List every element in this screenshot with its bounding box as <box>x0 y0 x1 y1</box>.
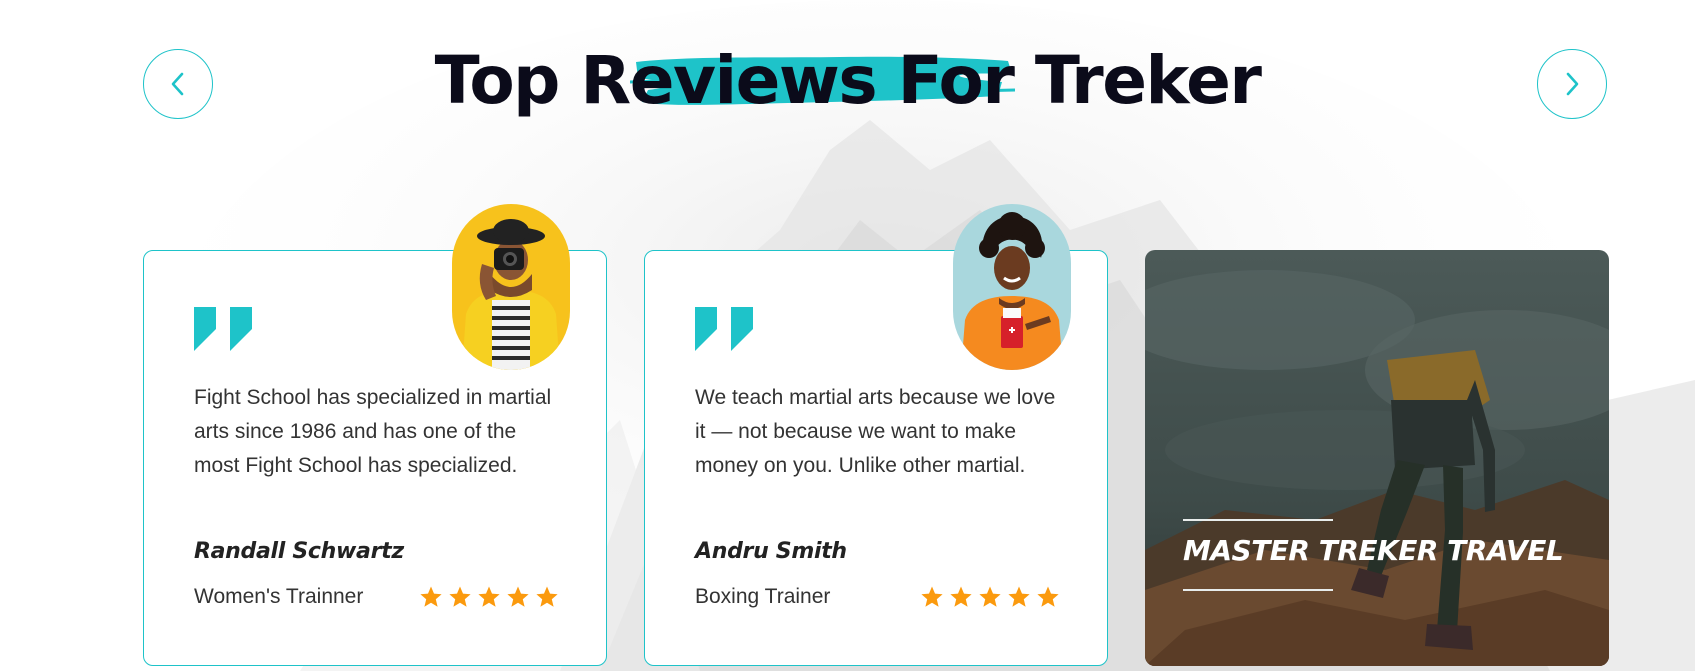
quote-icon <box>194 307 252 351</box>
star-icon <box>420 586 442 607</box>
star-icon <box>950 586 972 607</box>
star-icon <box>979 586 1001 607</box>
promo-card[interactable]: MASTER TREKER TRAVEL <box>1145 250 1609 666</box>
section-title: Top Reviews For Treker <box>434 42 1262 119</box>
star-icon <box>921 586 943 607</box>
reviewer-avatar <box>452 204 570 370</box>
review-card: We teach martial arts because we love it… <box>644 204 1108 666</box>
reviewer-name: Randall Schwartz <box>194 539 404 564</box>
star-icon <box>449 586 471 607</box>
reviewer-name: Andru Smith <box>695 539 847 564</box>
star-icon <box>1037 586 1059 607</box>
reviewer-role: Boxing Trainer <box>695 585 831 608</box>
review-text: We teach martial arts because we love it… <box>695 386 1056 477</box>
section-title-wrap: Top Reviews For Treker <box>434 36 1262 126</box>
star-rating <box>920 585 1060 609</box>
promo-divider <box>1183 519 1333 521</box>
star-icon <box>507 586 529 607</box>
promo-title: MASTER TREKER TRAVEL <box>1183 534 1564 567</box>
review-text: Fight School has specialized in martial … <box>194 386 552 477</box>
review-card: Fight School has specialized in martial … <box>143 204 607 666</box>
star-icon <box>536 586 558 607</box>
star-icon <box>1008 586 1030 607</box>
star-icon <box>478 586 500 607</box>
hiker-photo <box>1145 250 1609 666</box>
quote-icon <box>695 307 753 351</box>
reviewer-role: Women's Trainner <box>194 585 364 608</box>
section-header: Top Reviews For Treker <box>0 36 1695 126</box>
reviewer-avatar <box>953 204 1071 370</box>
star-rating <box>419 585 559 609</box>
promo-divider <box>1183 589 1333 591</box>
